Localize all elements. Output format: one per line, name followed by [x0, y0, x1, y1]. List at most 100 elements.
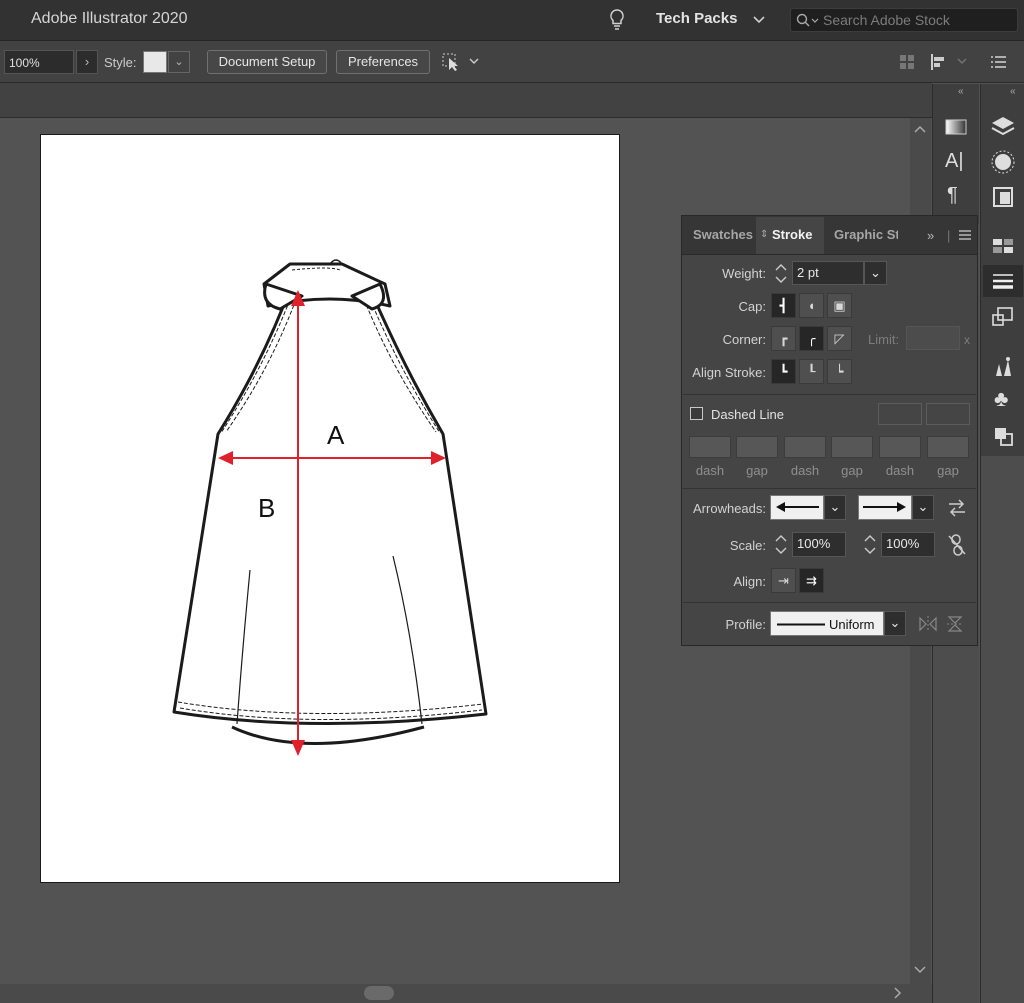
transparency-icon[interactable] — [990, 184, 1016, 210]
place-arrow-tip-button[interactable]: ⇉ — [799, 568, 824, 593]
limit-label: Limit: — [868, 332, 900, 347]
tab-swatches[interactable]: Swatches — [693, 227, 753, 242]
sort-icon: ⇕ — [760, 229, 769, 240]
scroll-right-icon[interactable] — [892, 986, 904, 1000]
separator — [683, 394, 976, 395]
measure-label-b: B — [258, 493, 275, 523]
swap-arrowheads-icon[interactable] — [946, 498, 968, 518]
document-setup-button[interactable]: Document Setup — [207, 50, 327, 74]
dashed-line-label: Dashed Line — [711, 407, 784, 422]
round-join-button[interactable]: ╭ — [799, 326, 824, 351]
scroll-down-icon[interactable] — [913, 965, 927, 975]
start-arrowhead-dropdown[interactable]: ⌄ — [824, 495, 846, 520]
weight-stepper-icon[interactable] — [772, 262, 790, 286]
appearance-icon[interactable] — [990, 149, 1016, 175]
style-dropdown-button[interactable]: ⌄ — [168, 51, 190, 73]
character-icon[interactable]: A| — [945, 150, 964, 173]
start-arrowhead-select[interactable] — [770, 495, 824, 520]
artboards-icon[interactable] — [990, 305, 1016, 329]
flip-along-icon[interactable] — [918, 615, 938, 633]
search-input[interactable] — [823, 12, 1013, 28]
collapse-dock-2-icon[interactable]: « — [1010, 86, 1016, 97]
preserve-dash-button — [878, 403, 922, 425]
uniform-profile-icon — [777, 623, 825, 626]
arrowheads-label: Arrowheads: — [693, 501, 766, 516]
profile-label: Profile: — [725, 617, 766, 632]
end-arrowhead-dropdown[interactable]: ⌄ — [912, 495, 934, 520]
end-scale-stepper-icon[interactable] — [861, 533, 879, 557]
pathfinder-icon[interactable] — [992, 425, 1016, 447]
expand-tabs-icon[interactable]: » — [927, 228, 934, 243]
swatches-icon[interactable] — [990, 234, 1016, 258]
stroke-icon[interactable] — [990, 270, 1016, 292]
dash-label-3: dash — [885, 463, 915, 478]
paragraph-icon[interactable]: ¶ — [947, 184, 958, 207]
dock-column-2 — [980, 456, 1024, 1003]
style-label: Style: — [104, 55, 137, 70]
projecting-cap-button[interactable]: ▣ — [827, 293, 852, 318]
start-scale-stepper-icon[interactable] — [772, 533, 790, 557]
garment-sketch[interactable]: A B — [40, 134, 620, 883]
align-objects-icon[interactable] — [928, 52, 970, 72]
align-center-stroke-button[interactable]: ┗ — [771, 359, 796, 384]
gap-label-2: gap — [841, 463, 863, 478]
align-dash-button — [926, 403, 970, 425]
preferences-button[interactable]: Preferences — [336, 50, 430, 74]
horizontal-scroll-thumb[interactable] — [364, 986, 394, 1000]
chevron-down-icon[interactable] — [753, 15, 765, 25]
weight-input[interactable]: 2 pt — [792, 261, 864, 285]
tab-graphic-styles[interactable]: Graphic St — [834, 227, 898, 242]
end-arrowhead-select[interactable] — [858, 495, 912, 520]
flip-across-icon[interactable] — [946, 615, 966, 633]
unlink-scale-icon[interactable] — [946, 533, 968, 557]
profile-select[interactable]: Uniform — [770, 611, 884, 636]
app-title: Adobe Illustrator 2020 — [31, 10, 188, 27]
dash-field-3 — [879, 436, 921, 458]
profile-dropdown[interactable]: ⌄ — [884, 611, 906, 636]
select-similar-icon[interactable] — [440, 51, 482, 73]
horizontal-scrollbar[interactable] — [0, 984, 932, 1003]
tab-divider: | — [947, 228, 951, 243]
dashed-line-checkbox[interactable] — [690, 407, 703, 420]
extend-arrow-tip-button[interactable]: ⇥ — [771, 568, 796, 593]
lightbulb-icon[interactable] — [608, 8, 626, 32]
end-scale-input[interactable]: 100% — [881, 532, 935, 557]
search-icon — [796, 13, 819, 27]
zoom-menu-button[interactable]: › — [76, 50, 98, 74]
profile-value: Uniform — [829, 617, 875, 632]
scroll-up-icon[interactable] — [913, 124, 927, 134]
tab-stroke[interactable]: Stroke — [772, 227, 812, 242]
style-swatch[interactable] — [143, 51, 167, 73]
start-scale-input[interactable]: 100% — [792, 532, 846, 557]
miter-join-button[interactable]: ┏ — [771, 326, 796, 351]
limit-unit: x — [964, 333, 970, 347]
gap-field-2 — [831, 436, 873, 458]
stock-search-box[interactable] — [790, 8, 1018, 32]
weight-dropdown-button[interactable]: ⌄ — [864, 261, 887, 285]
weight-label: Weight: — [722, 266, 766, 281]
separator — [683, 602, 976, 603]
workspace-switcher[interactable]: Tech Packs — [656, 10, 737, 27]
gap-label-1: gap — [746, 463, 768, 478]
symbols-icon[interactable]: ♣ — [994, 386, 1008, 412]
gap-field-3 — [927, 436, 969, 458]
measure-label-a: A — [327, 420, 345, 450]
gradient-icon[interactable] — [944, 116, 968, 138]
corner-label: Corner: — [722, 332, 766, 347]
panel-menu-icon[interactable] — [958, 229, 972, 241]
dash-field-1 — [689, 436, 731, 458]
align-outside-stroke-button[interactable]: ┕ — [827, 359, 852, 384]
gap-label-3: gap — [937, 463, 959, 478]
arrow-right-icon — [863, 502, 906, 512]
round-cap-button[interactable]: ◖ — [799, 293, 824, 318]
align-inside-stroke-button[interactable]: ┖ — [799, 359, 824, 384]
butt-cap-button[interactable]: ┫ — [771, 293, 796, 318]
bevel-join-button[interactable]: ◸ — [827, 326, 852, 351]
collapse-dock-1-icon[interactable]: « — [958, 86, 964, 97]
menu-list-icon[interactable] — [990, 54, 1008, 70]
zoom-field[interactable]: 100% — [4, 50, 74, 74]
brushes-icon[interactable] — [990, 354, 1016, 380]
arrange-icon[interactable] — [898, 52, 916, 72]
limit-input — [906, 326, 960, 350]
layers-icon[interactable] — [990, 114, 1016, 140]
